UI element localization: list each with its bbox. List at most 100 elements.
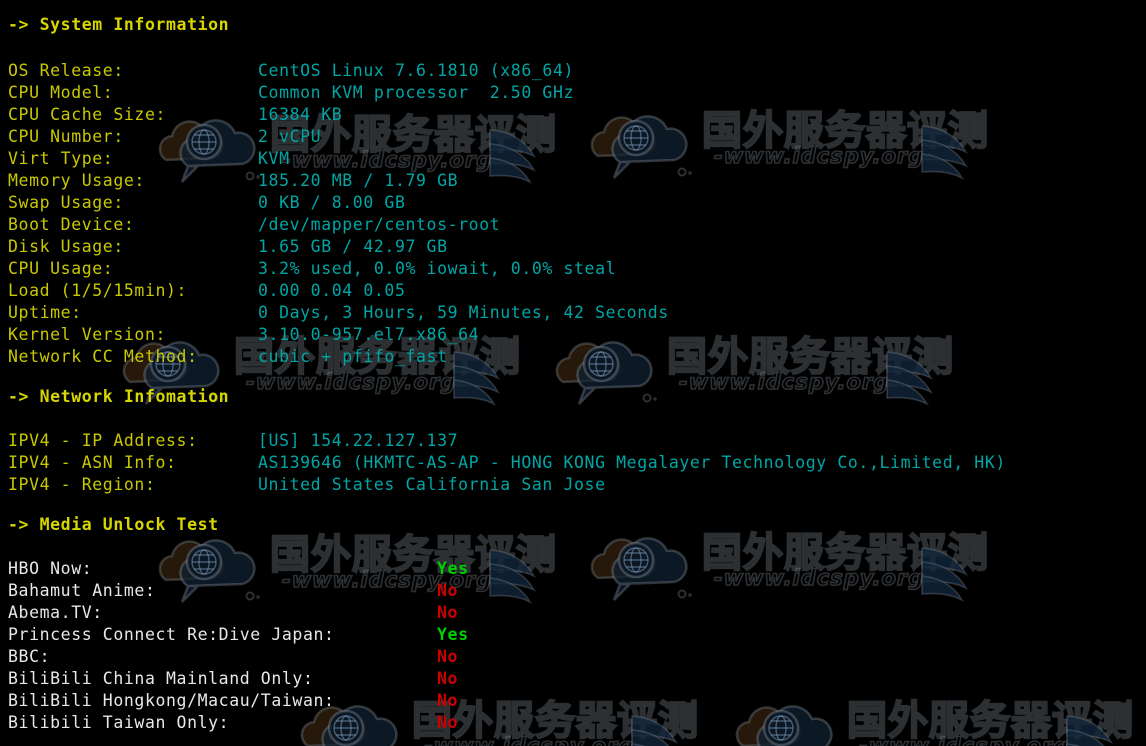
terminal-window: 国外服务器评测 -www.idcspy.org- 国外服务器评测 -www.idcsp… <box>0 0 1146 746</box>
watermark: 国外服务器评测 -www.idcspy.org- <box>590 96 990 206</box>
system-row: Swap Usage: 0 KB / 8.00 GB <box>8 192 405 214</box>
row-value: [US] 154.22.127.137 <box>258 431 459 450</box>
watermark-text-url: -www.idcspy.org- <box>713 143 935 169</box>
row-value: 3.10.0-957.el7.x86_64 <box>258 325 480 344</box>
system-row: Boot Device: /dev/mapper/centos-root <box>8 214 500 236</box>
watermark-swoosh-icon <box>885 348 957 408</box>
unlock-status-badge: No <box>437 603 459 622</box>
row-value: 2 vCPU <box>258 127 322 146</box>
unlock-status-badge: Yes <box>437 625 469 644</box>
row-label: Virt Type: <box>8 149 114 168</box>
row-label: Swap Usage: <box>8 193 124 212</box>
watermark-text-url: -www.idcspy.org- <box>858 733 1080 746</box>
row-label: CPU Usage: <box>8 259 114 278</box>
row-label: Princess Connect Re:Dive Japan: <box>8 625 335 644</box>
watermark-text-url: -www.idcspy.org- <box>423 733 645 746</box>
row-label: Bahamut Anime: <box>8 581 156 600</box>
unlock-status-badge: No <box>437 581 459 600</box>
watermark-text-url: -www.idcspy.org- <box>245 369 467 395</box>
watermark-swoosh-icon <box>488 546 560 606</box>
network-row: IPV4 - ASN Info: AS139646 (HKMTC-AS-AP - … <box>8 452 1006 474</box>
watermark-logo-icon <box>735 690 855 746</box>
watermark-text-url: -www.idcspy.org- <box>713 565 935 591</box>
unlock-status-badge: Yes <box>437 559 469 578</box>
watermark-logo-icon <box>555 326 675 416</box>
section-header-label: -> Network Infomation <box>8 387 230 406</box>
media-row: BBC: No <box>8 646 458 668</box>
row-label: BBC: <box>8 647 51 666</box>
media-row: BiliBili Hongkong/Macau/Taiwan: No <box>8 690 458 712</box>
media-row: Princess Connect Re:Dive Japan: Yes <box>8 624 469 646</box>
row-label: CPU Cache Size: <box>8 105 167 124</box>
system-row: OS Release: CentOS Linux 7.6.1810 (x86_64… <box>8 60 574 82</box>
system-row: CPU Cache Size: 16384 KB <box>8 104 342 126</box>
media-row: Bilibili Taiwan Only: No <box>8 712 458 734</box>
watermark-swoosh-icon <box>920 544 992 604</box>
row-value: /dev/mapper/centos-root <box>258 215 501 234</box>
watermark-logo-icon <box>590 522 710 612</box>
row-label: Kernel Version: <box>8 325 167 344</box>
row-value: United States California San Jose <box>258 475 606 494</box>
row-label: BiliBili China Mainland Only: <box>8 669 314 688</box>
row-label: BiliBili Hongkong/Macau/Taiwan: <box>8 691 335 710</box>
row-label: CPU Number: <box>8 127 124 146</box>
row-value: cubic + pfifo_fast <box>258 347 448 366</box>
row-label: Disk Usage: <box>8 237 124 256</box>
row-value: 1.65 GB / 42.97 GB <box>258 237 448 256</box>
watermark: 国外服务器评测 -www.idcspy.org- <box>735 686 1135 746</box>
section-header-label: -> System Information <box>8 15 230 34</box>
watermark-text-cn: 国外服务器评测 <box>846 697 1134 745</box>
watermark-swoosh-icon <box>1065 712 1137 746</box>
watermark: 国外服务器评测 -www.idcspy.org- <box>555 322 955 432</box>
system-row: CPU Model: Common KVM processor 2.50 GHz <box>8 82 574 104</box>
watermark-swoosh-icon <box>920 122 992 182</box>
media-row: HBO Now: Yes <box>8 558 469 580</box>
row-label: IPV4 - ASN Info: <box>8 453 177 472</box>
system-row: Memory Usage: 185.20 MB / 1.79 GB <box>8 170 458 192</box>
system-row: CPU Usage: 3.2% used, 0.0% iowait, 0.0% s… <box>8 258 616 280</box>
row-label: Bilibili Taiwan Only: <box>8 713 230 732</box>
system-row: Kernel Version: 3.10.0-957.el7.x86_64 <box>8 324 479 346</box>
row-value: 185.20 MB / 1.79 GB <box>258 171 459 190</box>
system-row: CPU Number: 2 vCPU <box>8 126 321 148</box>
system-row: Load (1/5/15min): 0.00 0.04 0.05 <box>8 280 405 302</box>
row-label: Abema.TV: <box>8 603 103 622</box>
system-row: Disk Usage: 1.65 GB / 42.97 GB <box>8 236 448 258</box>
row-value: 0 Days, 3 Hours, 59 Minutes, 42 Seconds <box>258 303 669 322</box>
watermark-logo-icon <box>590 100 710 190</box>
row-label: Memory Usage: <box>8 171 145 190</box>
watermark-text-url: -www.idcspy.org- <box>678 369 900 395</box>
media-row: Abema.TV: No <box>8 602 458 624</box>
section-header-system: -> System Information <box>8 14 229 36</box>
media-row: BiliBili China Mainland Only: No <box>8 668 458 690</box>
row-label: IPV4 - Region: <box>8 475 156 494</box>
row-label: Uptime: <box>8 303 82 322</box>
media-row: Bahamut Anime: No <box>8 580 458 602</box>
system-row: Uptime: 0 Days, 3 Hours, 59 Minutes, 42 S… <box>8 302 669 324</box>
row-value: 3.2% used, 0.0% iowait, 0.0% steal <box>258 259 617 278</box>
row-label: HBO Now: <box>8 559 93 578</box>
row-value: CentOS Linux 7.6.1810 (x86_64) <box>258 61 575 80</box>
watermark-swoosh-icon <box>452 348 524 408</box>
row-value: 16384 KB <box>258 105 343 124</box>
row-label: CPU Model: <box>8 83 114 102</box>
row-value: KVM <box>258 149 290 168</box>
watermark: 国外服务器评测 -www.idcspy.org- <box>590 518 990 628</box>
section-header-network: -> Network Infomation <box>8 386 229 408</box>
unlock-status-badge: No <box>437 669 459 688</box>
watermark-text-url: -www.idcspy.org- <box>281 147 503 173</box>
watermark-text-cn: 国外服务器评测 <box>701 529 989 577</box>
row-label: Boot Device: <box>8 215 135 234</box>
watermark-text-cn: 国外服务器评测 <box>701 107 989 155</box>
watermark-swoosh-icon <box>630 712 702 746</box>
unlock-status-badge: No <box>437 647 459 666</box>
watermark-text-cn: 国外服务器评测 <box>666 333 954 381</box>
system-row: Virt Type: KVM <box>8 148 290 170</box>
row-value: AS139646 (HKMTC-AS-AP - HONG KONG Megala… <box>258 453 1006 472</box>
network-row: IPV4 - Region: United States California S… <box>8 474 606 496</box>
row-value: Common KVM processor 2.50 GHz <box>258 83 575 102</box>
section-header-label: -> Media Unlock Test <box>8 515 219 534</box>
row-label: Load (1/5/15min): <box>8 281 188 300</box>
row-value: 0 KB / 8.00 GB <box>258 193 406 212</box>
network-row: IPV4 - IP Address: [US] 154.22.127.137 <box>8 430 458 452</box>
